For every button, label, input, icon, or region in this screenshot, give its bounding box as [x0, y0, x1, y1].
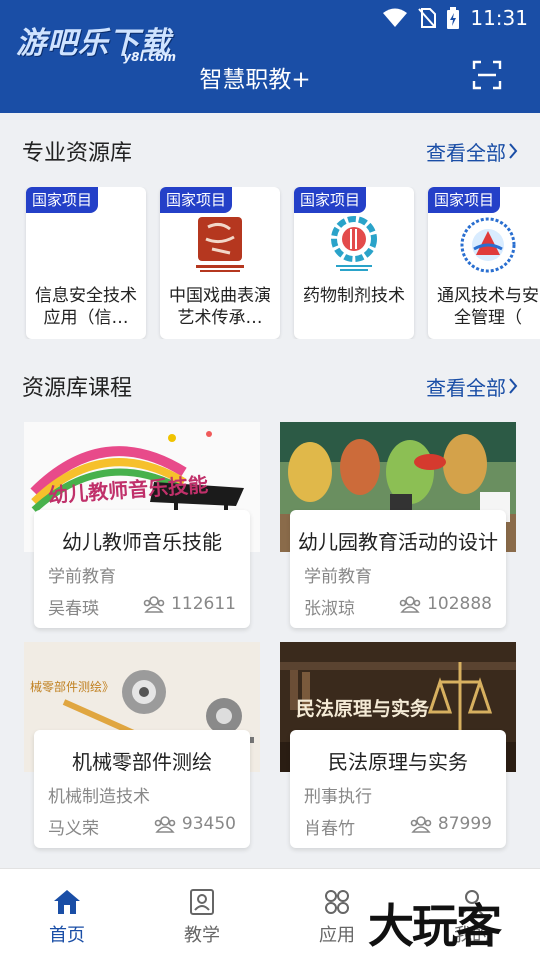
course-view-all-link[interactable]: 查看全部 — [426, 372, 518, 401]
course-section-title: 资源库课程 — [22, 376, 133, 401]
course-teacher: 吴春瑛 — [48, 599, 99, 619]
course-section-header: 资源库课程 查看全部 — [22, 368, 518, 404]
course-views: 93450 — [154, 814, 236, 834]
apps-icon — [325, 890, 349, 914]
tab-teaching[interactable]: 教学 — [162, 887, 242, 947]
national-project-tag: 国家项目 — [26, 187, 99, 213]
course-card[interactable]: 械零部件测绘》 机械零部件测绘 机械制造技术 马义荣 93450 — [24, 642, 260, 848]
course-teacher: 张淑琼 — [304, 599, 355, 619]
battery-icon — [447, 7, 460, 29]
course-views: 102888 — [399, 594, 492, 614]
scan-button[interactable] — [472, 60, 502, 90]
no-sim-icon — [418, 8, 437, 28]
resource-section-header: 专业资源库 查看全部 — [22, 133, 518, 169]
thumbnail-caption: 民法原理与实务 — [296, 698, 430, 720]
app-header: 游吧乐下载 y8l.com 11:31 智慧职教+ — [0, 0, 540, 113]
wifi-icon — [383, 8, 408, 27]
course-category: 机械制造技术 — [48, 787, 150, 807]
pharmacy-logo — [331, 216, 377, 271]
opera-seal-logo — [196, 217, 244, 272]
chevron-right-icon — [509, 378, 518, 394]
watermark-logo: 游吧乐下载 y8l.com — [16, 18, 186, 66]
resource-name: 中国戏曲表演艺术传承… — [169, 286, 271, 328]
resource-section-title: 专业资源库 — [22, 141, 133, 166]
learners-icon — [399, 596, 421, 613]
course-info-panel: 幼儿园教育活动的设计 学前教育 张淑琼 102888 — [290, 510, 506, 628]
resource-card[interactable]: 国家项目 中国戏曲表演艺术传承… — [160, 187, 280, 339]
resource-name: 药物制剂技术 — [303, 286, 405, 306]
resource-card[interactable]: 国家项目 药物制剂技术 — [294, 187, 414, 339]
national-project-tag: 国家项目 — [428, 187, 501, 213]
course-card[interactable]: 幼儿园教育活动的设计 学前教育 张淑琼 102888 — [280, 422, 516, 628]
course-card[interactable]: 幼儿教师音乐技能 幼儿教师音乐技能 学前教育 吴春瑛 112611 — [24, 422, 260, 628]
resource-view-all-link[interactable]: 查看全部 — [426, 137, 518, 166]
course-info-panel: 机械零部件测绘 机械制造技术 马义荣 93450 — [34, 730, 250, 848]
course-info-panel: 民法原理与实务 刑事执行 肖春竹 87999 — [290, 730, 506, 848]
learners-icon — [143, 596, 165, 613]
course-title: 幼儿园教育活动的设计 — [298, 530, 498, 554]
course-category: 刑事执行 — [304, 787, 372, 807]
resource-library-list: 国家项目 信息安全技术应用（信… 国家项目 中国戏曲表演艺术传承… 国家项目 药… — [22, 187, 540, 339]
thumbnail-caption: 械零部件测绘》 — [30, 680, 115, 694]
status-time: 11:31 — [470, 6, 528, 30]
learners-icon — [154, 816, 176, 833]
ventilation-logo — [460, 217, 516, 273]
course-views: 87999 — [410, 814, 492, 834]
page-title: 智慧职教+ — [199, 67, 311, 93]
tab-apps[interactable]: 应用 — [297, 887, 377, 947]
resource-card[interactable]: 国家项目 信息安全技术应用（信… — [26, 187, 146, 339]
brand-watermark: 大玩客 — [368, 899, 502, 953]
scan-icon — [472, 60, 502, 90]
teach-icon — [190, 889, 214, 915]
home-icon — [54, 890, 80, 914]
chevron-right-icon — [509, 143, 518, 159]
resource-name: 信息安全技术应用（信… — [35, 286, 137, 328]
course-teacher: 肖春竹 — [304, 819, 355, 839]
course-info-panel: 幼儿教师音乐技能 学前教育 吴春瑛 112611 — [34, 510, 250, 628]
course-category: 学前教育 — [304, 567, 372, 587]
course-category: 学前教育 — [48, 567, 116, 587]
course-title: 幼儿教师音乐技能 — [62, 530, 222, 554]
tab-home[interactable]: 首页 — [27, 887, 107, 947]
status-bar: 11:31 — [382, 6, 528, 30]
national-project-tag: 国家项目 — [160, 187, 233, 213]
national-project-tag: 国家项目 — [294, 187, 367, 213]
resource-card[interactable]: 国家项目 通风技术与安全管理（ — [428, 187, 540, 339]
course-title: 民法原理与实务 — [328, 750, 468, 774]
learners-icon — [410, 816, 432, 833]
course-teacher: 马义荣 — [48, 819, 99, 839]
course-title: 机械零部件测绘 — [72, 750, 212, 774]
course-views: 112611 — [143, 594, 236, 614]
course-card[interactable]: 民法原理与实务 民法原理与实务 刑事执行 肖春竹 87999 — [280, 642, 516, 848]
resource-name: 通风技术与安全管理（ — [437, 286, 539, 328]
